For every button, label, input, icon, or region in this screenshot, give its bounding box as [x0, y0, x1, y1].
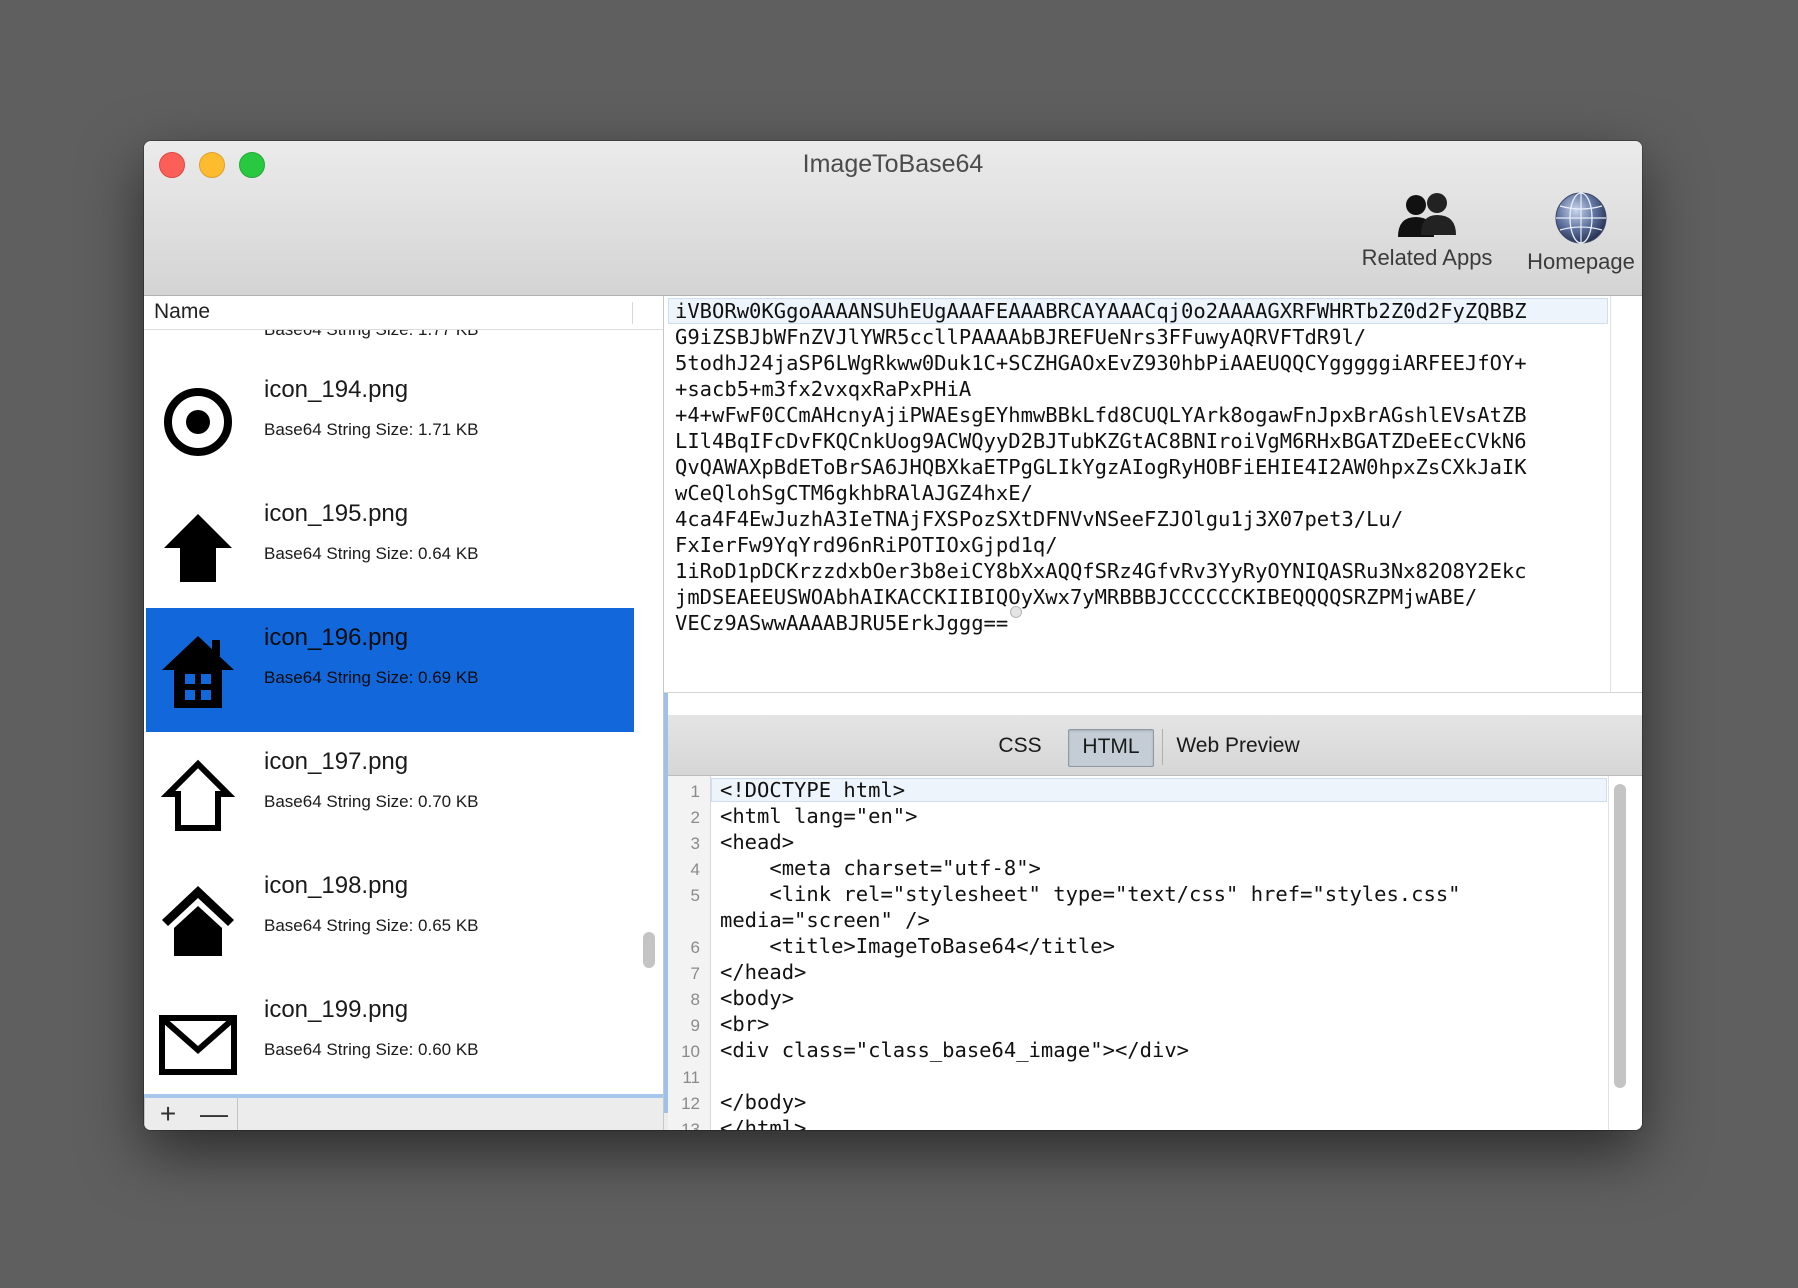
code-line[interactable]: 13 </html> — [668, 1116, 1608, 1130]
split-divider[interactable] — [664, 693, 1642, 716]
code-text[interactable]: <!DOCTYPE html> — [720, 778, 905, 802]
code-scrollbar-thumb[interactable] — [1614, 784, 1626, 1088]
code-text[interactable]: <div class="class_base64_image"></div> — [720, 1038, 1189, 1062]
list-bottom-bar: + — — [144, 1094, 663, 1130]
code-text[interactable]: <html lang="en"> — [720, 804, 917, 828]
size-label: Base64 String Size: 0.70 KB — [264, 792, 479, 811]
code-text[interactable]: media="screen" /> — [720, 908, 930, 932]
output-tab-bar: CSS HTML Web Preview — [668, 715, 1642, 776]
size-label: Base64 String Size: 0.69 KB — [264, 668, 479, 687]
related-apps-button[interactable]: Related Apps — [1352, 191, 1502, 271]
list-item-selected[interactable]: icon_196.png Base64 String Size: 0.69 KB — [146, 608, 634, 732]
list-item[interactable]: icon_197.png Base64 String Size: 0.70 KB — [146, 732, 634, 856]
code-line[interactable]: 8 <body> — [668, 986, 1608, 1012]
code-text[interactable]: </html> — [720, 1116, 806, 1130]
line-number: 9 — [690, 1016, 700, 1035]
line-number: 1 — [690, 782, 700, 801]
people-icon — [1398, 193, 1456, 237]
tab-css[interactable]: CSS — [990, 729, 1050, 765]
title-bar: ImageToBase64 Related Apps Homepage — [144, 141, 1642, 296]
line-number: 5 — [690, 886, 700, 905]
code-text[interactable]: <head> — [720, 830, 794, 854]
code-line[interactable]: 1 <!DOCTYPE html> — [668, 778, 1608, 804]
line-number: 4 — [690, 860, 700, 879]
file-name: icon_198.png — [264, 872, 409, 899]
house-arrow-icon — [164, 514, 232, 582]
homepage-button[interactable]: Homepage — [1506, 191, 1642, 275]
code-text[interactable]: <link rel="stylesheet" type="text/css" h… — [720, 882, 1460, 906]
house-windows-icon — [162, 636, 234, 708]
column-separator — [632, 302, 633, 324]
code-text[interactable]: </body> — [720, 1090, 806, 1114]
list-item[interactable]: icon_194.png Base64 String Size: 1.71 KB — [146, 360, 634, 484]
file-name: icon_196.png — [264, 624, 409, 651]
size-label: Base64 String Size: 1.77 KB — [264, 330, 479, 340]
code-scroll-track — [1608, 776, 1609, 1130]
code-line[interactable]: media="screen" /> — [668, 908, 1608, 934]
line-number: 12 — [681, 1094, 700, 1113]
app-window: ImageToBase64 Related Apps Homepage Name… — [144, 141, 1642, 1130]
line-number: 7 — [690, 964, 700, 983]
house-roof-icon — [162, 886, 234, 956]
file-name: icon_195.png — [264, 500, 409, 527]
code-text[interactable]: <br> — [720, 1012, 769, 1036]
list-item[interactable]: icon_199.png Base64 String Size: 0.60 KB — [146, 980, 634, 1098]
code-line[interactable]: 2 <html lang="en"> — [668, 804, 1608, 830]
house-outline-icon — [160, 759, 236, 831]
list-header[interactable]: Name — [144, 296, 663, 330]
code-editor[interactable]: 1 <!DOCTYPE html> 2 <html lang="en"> 3 <head>… — [668, 776, 1642, 1130]
envelope-icon — [159, 1015, 237, 1075]
list-item[interactable]: Base64 String Size: 1.77 KB — [146, 330, 634, 358]
homepage-label: Homepage — [1527, 249, 1635, 274]
file-name: icon_199.png — [264, 996, 409, 1023]
line-number: 10 — [681, 1042, 700, 1061]
code-line[interactable]: 12 </body> — [668, 1090, 1608, 1116]
code-line[interactable]: 7 </head> — [668, 960, 1608, 986]
file-list[interactable]: Base64 String Size: 1.77 KB icon_194.png… — [144, 330, 634, 1098]
line-number: 8 — [690, 990, 700, 1009]
list-scrollbar-thumb[interactable] — [643, 932, 655, 968]
name-column-header[interactable]: Name — [154, 300, 210, 324]
remove-file-button[interactable]: — — [191, 1098, 238, 1130]
code-line[interactable]: 11 — [668, 1064, 1608, 1090]
base64-text[interactable]: iVBORw0KGgoAAAANSUhEUgAAAFEAAABRCAYAAACq… — [675, 298, 1605, 636]
base64-scroll-track — [1610, 296, 1611, 692]
window-title: ImageToBase64 — [802, 150, 984, 178]
chevron-circle-icon — [158, 330, 238, 336]
code-text[interactable]: <title>ImageToBase64</title> — [720, 934, 1115, 958]
code-line[interactable]: 3 <head> — [668, 830, 1608, 856]
size-label: Base64 String Size: 0.64 KB — [264, 544, 479, 563]
code-line[interactable]: 6 <title>ImageToBase64</title> — [668, 934, 1608, 960]
size-label: Base64 String Size: 0.65 KB — [264, 916, 479, 935]
code-text[interactable]: </head> — [720, 960, 806, 984]
code-text[interactable]: <body> — [720, 986, 794, 1010]
add-file-button[interactable]: + — [144, 1098, 192, 1130]
code-line[interactable]: 5 <link rel="stylesheet" type="text/css"… — [668, 882, 1608, 908]
globe-icon — [1555, 192, 1607, 244]
split-handle[interactable] — [1010, 606, 1022, 618]
line-number: 13 — [681, 1120, 700, 1130]
line-number: 11 — [682, 1068, 700, 1087]
size-label: Base64 String Size: 1.71 KB — [264, 420, 479, 439]
tab-html[interactable]: HTML — [1068, 729, 1154, 767]
code-line[interactable]: 9 <br> — [668, 1012, 1608, 1038]
list-item[interactable]: icon_198.png Base64 String Size: 0.65 KB — [146, 856, 634, 980]
base64-output-area[interactable]: iVBORw0KGgoAAAANSUhEUgAAAFEAAABRCAYAAACq… — [664, 296, 1642, 693]
line-number: 6 — [690, 938, 700, 957]
tab-web-preview[interactable]: Web Preview — [1162, 729, 1313, 765]
file-name: icon_197.png — [264, 748, 409, 775]
code-line[interactable]: 10 <div class="class_base64_image"></div> — [668, 1038, 1608, 1064]
file-list-pane: Name Base64 String Size: 1.77 KB icon_19… — [144, 296, 663, 1130]
code-line[interactable]: 4 <meta charset="utf-8"> — [668, 856, 1608, 882]
target-icon — [164, 388, 232, 456]
related-apps-label: Related Apps — [1361, 245, 1493, 270]
line-number: 3 — [690, 834, 700, 853]
size-label: Base64 String Size: 0.60 KB — [264, 1040, 479, 1059]
line-number: 2 — [690, 808, 700, 827]
list-item[interactable]: icon_195.png Base64 String Size: 0.64 KB — [146, 484, 634, 608]
file-name: icon_194.png — [264, 376, 409, 403]
code-text[interactable]: <meta charset="utf-8"> — [720, 856, 1041, 880]
